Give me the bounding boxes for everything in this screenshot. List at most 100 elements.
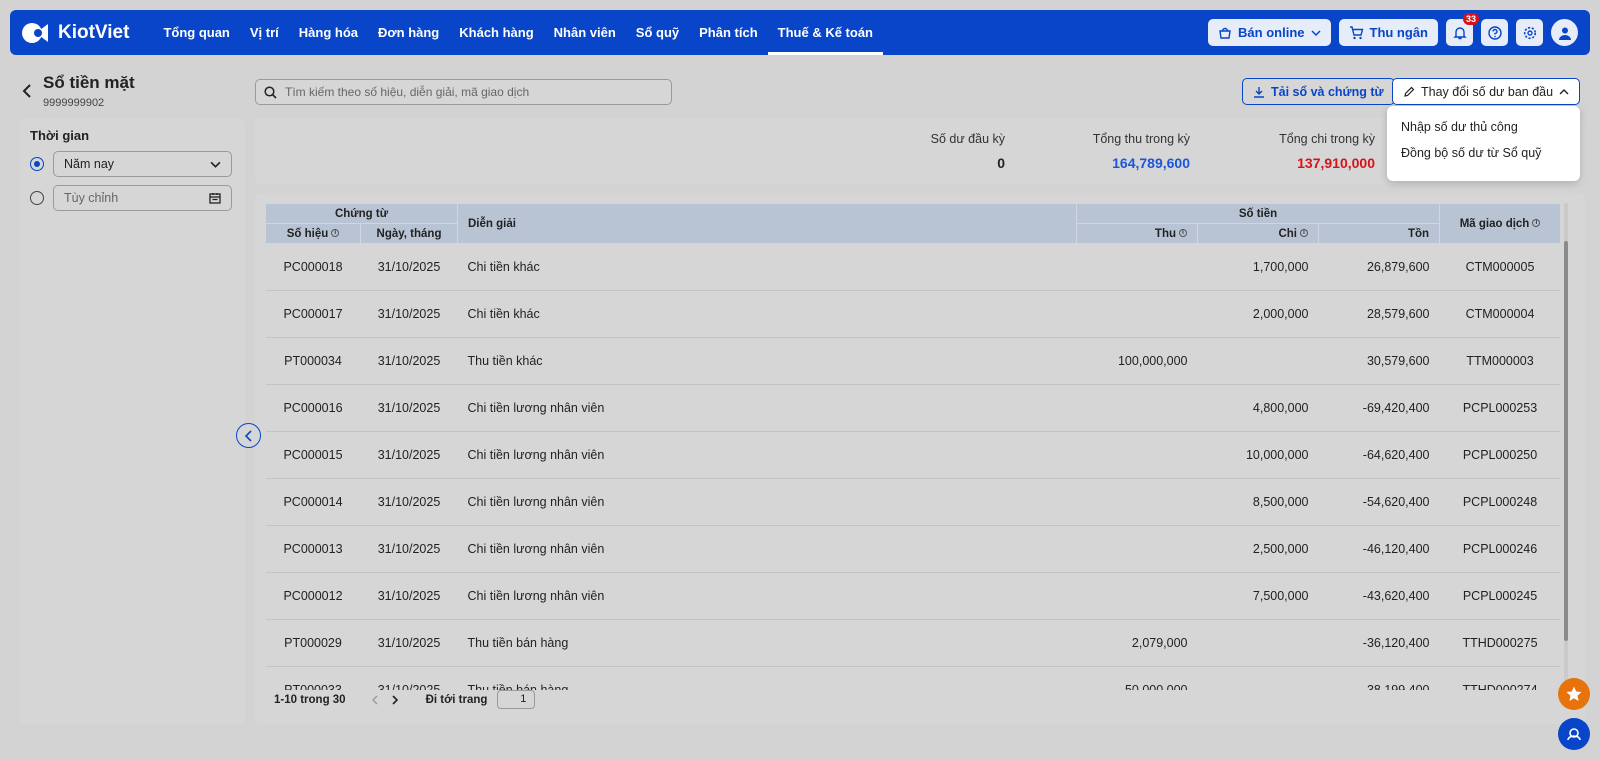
header-chi: Chi i	[1197, 223, 1319, 244]
cell-so-hieu[interactable]: PT000033	[265, 666, 361, 690]
cell-so-hieu[interactable]: PC000015	[265, 431, 361, 479]
nav-don-hang[interactable]: Đơn hàng	[368, 10, 449, 55]
nav-phan-tich[interactable]: Phân tích	[689, 10, 768, 55]
custom-radio[interactable]	[30, 191, 44, 205]
info-icon[interactable]: i	[1300, 229, 1308, 238]
header-so-tien: Số tiền	[1075, 203, 1441, 224]
cell-so-hieu[interactable]: PC000013	[265, 525, 361, 573]
cell-ton: -43,620,400	[1318, 572, 1440, 620]
favorite-fab[interactable]	[1558, 678, 1590, 710]
cell-ton: -54,620,400	[1318, 478, 1440, 526]
change-balance-dropdown: Nhập số dư thủ công Đồng bộ số dư từ Sổ …	[1387, 106, 1580, 181]
ban-online-button[interactable]: Bán online	[1208, 19, 1331, 46]
next-page-icon[interactable]	[390, 694, 400, 705]
header-ma-giao-dich: Mã giao dịch i	[1439, 203, 1560, 244]
menu-item-manual-balance[interactable]: Nhập số dư thủ công	[1387, 114, 1580, 140]
nav-so-quy[interactable]: Sổ quỹ	[626, 10, 689, 55]
period-select[interactable]: Năm nay	[53, 151, 232, 177]
chevron-left-icon	[22, 84, 31, 98]
goto-page-input[interactable]: 1	[497, 690, 536, 709]
cell-dien-giai: Chi tiền lương nhân viên	[457, 431, 1077, 479]
table-row[interactable]: PC000012 31/10/2025 Chi tiền lương nhân vi…	[265, 572, 1560, 620]
search-box	[255, 79, 672, 105]
cell-ma-giao-dich[interactable]: TTM000003	[1439, 337, 1560, 385]
table-row[interactable]: PC000016 31/10/2025 Chi tiền lương nhân vi…	[265, 384, 1560, 432]
cell-thu: 2,079,000	[1076, 619, 1198, 667]
menu-item-sync-balance[interactable]: Đồng bộ số dư từ Sổ quỹ	[1387, 140, 1580, 166]
collapse-sidebar-button[interactable]	[236, 423, 261, 448]
table-row[interactable]: PC000014 31/10/2025 Chi tiền lương nhân vi…	[265, 478, 1560, 526]
back-button[interactable]	[22, 82, 32, 103]
cell-ma-giao-dich[interactable]: PCPL000245	[1439, 572, 1560, 620]
prev-page-icon[interactable]	[370, 695, 380, 705]
total-expense: Tổng chi trong kỳ 137,910,000	[1205, 132, 1375, 171]
time-option-custom: Tùy chỉnh	[30, 185, 235, 211]
table-row[interactable]: PC000013 31/10/2025 Chi tiền lương nhân vi…	[265, 525, 1560, 573]
nav-nhan-vien[interactable]: Nhân viên	[544, 10, 626, 55]
nav-thue-ke-toan[interactable]: Thuế & Kế toán	[767, 10, 883, 55]
preset-radio[interactable]	[30, 157, 44, 171]
cell-so-hieu[interactable]: PT000034	[265, 337, 361, 385]
cell-ma-giao-dich[interactable]: PCPL000248	[1439, 478, 1560, 526]
table-row[interactable]: PC000017 31/10/2025 Chi tiền khác 2,000,000…	[265, 290, 1560, 338]
settings-button[interactable]	[1516, 19, 1543, 46]
info-icon[interactable]: i	[1532, 219, 1541, 228]
support-fab[interactable]	[1558, 718, 1590, 750]
table-row[interactable]: PC000015 31/10/2025 Chi tiền lương nhân vi…	[265, 431, 1560, 479]
cell-dien-giai: Chi tiền lương nhân viên	[457, 384, 1077, 432]
cell-dien-giai: Thu tiền bán hàng	[457, 666, 1077, 690]
nav-khach-hang[interactable]: Khách hàng	[449, 10, 543, 55]
help-icon	[1487, 25, 1502, 40]
info-icon[interactable]: i	[1179, 229, 1187, 238]
search-input[interactable]	[285, 85, 655, 99]
table-scrollbar[interactable]	[1564, 203, 1568, 690]
ledger-table-scroll[interactable]: Chứng từ Diễn giải Số tiền Mã giao dịch i…	[265, 203, 1560, 690]
table-row[interactable]: PT000033 31/10/2025 Thu tiền bán hàng 50,00…	[265, 666, 1560, 690]
cell-chi	[1197, 337, 1319, 385]
notification-button[interactable]: 33	[1446, 13, 1479, 46]
cell-so-hieu[interactable]: PC000014	[265, 478, 361, 526]
cell-ngay: 31/10/2025	[360, 290, 458, 338]
pagination-range: 1-10 trong 30	[274, 693, 346, 706]
header-so-hieu: Số hiệu i	[265, 223, 361, 244]
cell-thu	[1076, 525, 1198, 573]
cell-so-hieu[interactable]: PC000017	[265, 290, 361, 338]
cell-so-hieu[interactable]: PC000016	[265, 384, 361, 432]
nav-tong-quan[interactable]: Tổng quan	[153, 10, 239, 55]
download-label: Tải sổ và chứng từ	[1271, 84, 1384, 99]
cell-so-hieu[interactable]: PC000012	[265, 572, 361, 620]
help-button[interactable]	[1481, 19, 1508, 46]
download-book-button[interactable]: Tải sổ và chứng từ	[1242, 78, 1395, 105]
custom-date-input[interactable]: Tùy chỉnh	[53, 185, 232, 211]
brand-logo[interactable]: KiotViet	[22, 19, 129, 47]
cell-chi: 8,500,000	[1197, 478, 1319, 526]
cell-so-hieu[interactable]: PT000029	[265, 619, 361, 667]
cell-dien-giai: Chi tiền khác	[457, 243, 1077, 291]
nav-hang-hoa[interactable]: Hàng hóa	[289, 10, 368, 55]
cell-ma-giao-dich[interactable]: CTM000004	[1439, 290, 1560, 338]
cell-ngay: 31/10/2025	[360, 384, 458, 432]
star-icon	[1566, 686, 1582, 701]
cell-ma-giao-dich[interactable]: TTHD000274	[1439, 666, 1560, 690]
change-opening-balance-button[interactable]: Thay đổi số dư ban đầu	[1392, 78, 1581, 105]
cell-chi: 1,700,000	[1197, 243, 1319, 291]
nav-vi-tri[interactable]: Vị trí	[240, 10, 289, 55]
cell-ma-giao-dich[interactable]: PCPL000250	[1439, 431, 1560, 479]
cell-ma-giao-dich[interactable]: TTHD000275	[1439, 619, 1560, 667]
header-thu: Thu i	[1076, 223, 1198, 244]
cell-ma-giao-dich[interactable]: PCPL000253	[1439, 384, 1560, 432]
table-row[interactable]: PC000018 31/10/2025 Chi tiền khác 1,700,000…	[265, 243, 1560, 291]
cell-ma-giao-dich[interactable]: CTM000005	[1439, 243, 1560, 291]
cell-dien-giai: Thu tiền khác	[457, 337, 1077, 385]
thu-ngan-button[interactable]: Thu ngân	[1338, 19, 1438, 46]
change-balance-label: Thay đổi số dư ban đầu	[1421, 84, 1554, 99]
table-row[interactable]: PT000029 31/10/2025 Thu tiền bán hàng 2,079…	[265, 619, 1560, 667]
info-icon[interactable]: i	[331, 229, 340, 238]
table-row[interactable]: PT000034 31/10/2025 Thu tiền khác 100,000,0…	[265, 337, 1560, 385]
cell-so-hieu[interactable]: PC000018	[265, 243, 361, 291]
user-avatar[interactable]	[1551, 19, 1578, 46]
chevron-down-icon	[1310, 29, 1321, 36]
cell-dien-giai: Chi tiền lương nhân viên	[457, 525, 1077, 573]
notification-count-badge: 33	[1462, 13, 1479, 25]
cell-ma-giao-dich[interactable]: PCPL000246	[1439, 525, 1560, 573]
